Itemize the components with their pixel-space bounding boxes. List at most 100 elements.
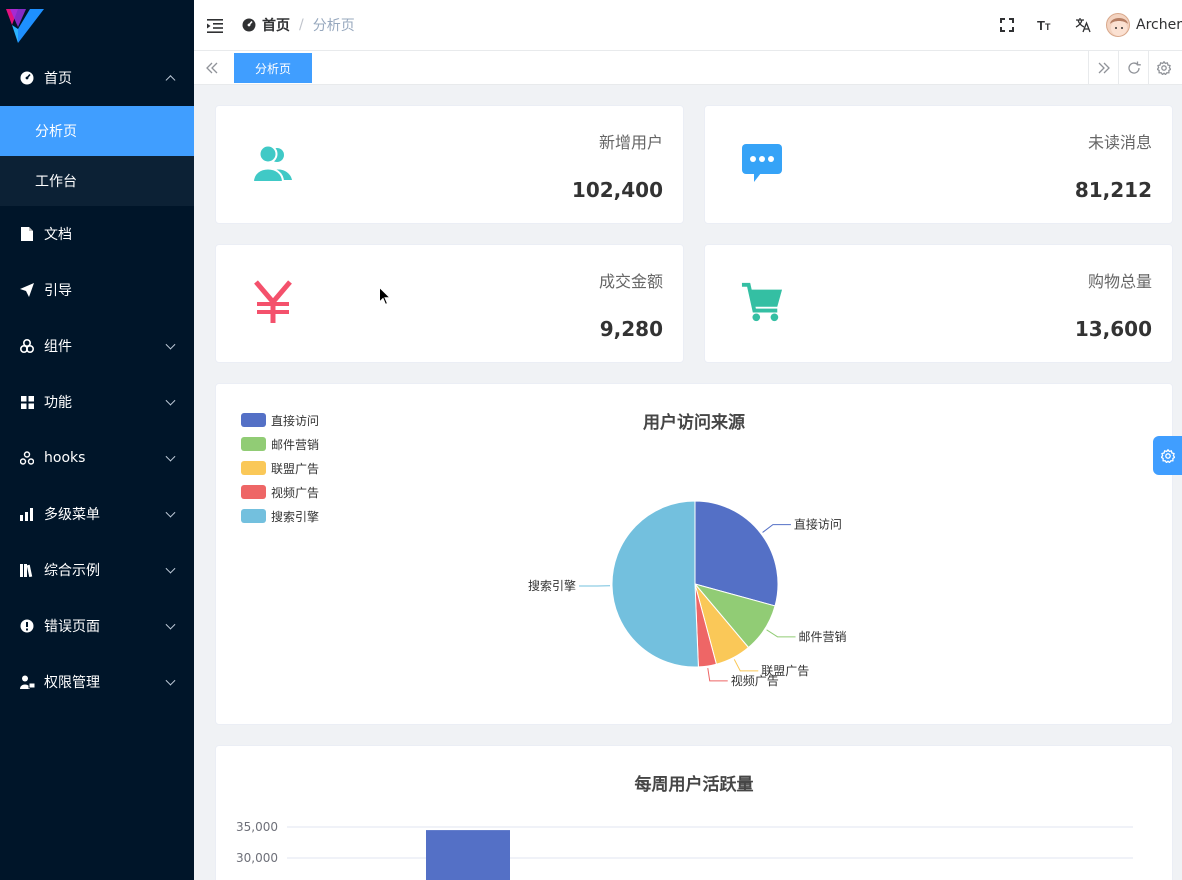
menu-label-components: 组件: [44, 339, 72, 355]
bar[interactable]: [426, 830, 510, 880]
stat-label: 成交金额: [598, 272, 663, 291]
menu-item-features[interactable]: 功能: [0, 374, 194, 430]
svg-text:T: T: [1045, 22, 1051, 32]
error-icon: [19, 618, 35, 634]
menu-item-hooks[interactable]: hooks: [0, 430, 194, 486]
send-icon: [19, 282, 35, 298]
menu-item-guide[interactable]: 引导: [0, 262, 194, 318]
users-icon: [252, 142, 294, 184]
tags-scroll-right-icon[interactable]: [1088, 51, 1118, 84]
menu-label-docs: 文档: [44, 227, 72, 243]
gear-icon: [1160, 448, 1175, 463]
tags-settings-icon[interactable]: [1148, 51, 1178, 84]
stat-card-messages[interactable]: 未读消息 81,212: [704, 105, 1173, 224]
sidebar-item-label: 分析页: [35, 124, 77, 140]
sidebar-item-label: 工作台: [35, 174, 77, 190]
logo[interactable]: [0, 0, 194, 50]
y-tick-label: 35,000: [236, 820, 278, 834]
stat-value: 9,280: [599, 317, 663, 341]
sidebar-item-workbench[interactable]: 工作台: [0, 156, 194, 206]
menu-item-permissions[interactable]: 权限管理: [0, 654, 194, 710]
document-icon: [19, 226, 35, 242]
avatar: [1106, 13, 1131, 37]
font-size-icon[interactable]: TT: [1026, 0, 1064, 50]
chevron-down-icon: [165, 339, 176, 350]
dashboard-icon: [242, 18, 256, 32]
pie-label-line: [766, 629, 796, 638]
chevron-down-icon: [165, 563, 176, 574]
pie-slice-label: 视频广告: [731, 673, 779, 688]
stat-label: 新增用户: [598, 133, 663, 152]
y-tick-label: 30,000: [236, 851, 278, 865]
bar-chart-card: 每周用户活跃量 35,000 30,000: [215, 745, 1173, 880]
username: Archer: [1136, 17, 1182, 33]
chevron-down-icon: [165, 395, 176, 406]
cart-icon: [741, 281, 783, 323]
tag-label: 分析页: [254, 61, 291, 76]
yen-icon: [252, 280, 294, 323]
chevron-down-icon: [165, 675, 176, 686]
component-icon: [19, 338, 35, 354]
stat-label: 购物总量: [1087, 272, 1152, 291]
menu-label-errors: 错误页面: [44, 619, 100, 635]
fullscreen-icon[interactable]: [988, 0, 1026, 50]
stat-card-new-users[interactable]: 新增用户 102,400: [215, 105, 684, 224]
mouse-cursor-icon: [379, 287, 391, 306]
menu-item-components[interactable]: 组件: [0, 318, 194, 374]
menu-label-permissions: 权限管理: [44, 675, 100, 691]
books-icon: [19, 562, 35, 578]
menu-label-hooks: hooks: [44, 450, 86, 466]
menu-item-docs[interactable]: 文档: [0, 206, 194, 262]
stat-value: 13,600: [1074, 317, 1152, 341]
message-icon: [741, 142, 783, 184]
tag-analysis[interactable]: 分析页: [234, 53, 312, 83]
vben-logo-icon: [6, 9, 44, 43]
chevron-down-icon: [165, 507, 176, 518]
pie-chart-card: 用户访问来源 直接访问 邮件营销 联盟广告 视频广告 搜索引擎 直接访问 邮件营销…: [215, 383, 1173, 725]
pie-label-line: [707, 667, 728, 682]
chevron-up-icon: [165, 75, 176, 86]
dashboard-icon: [19, 70, 35, 86]
sidebar-item-analysis[interactable]: 分析页: [0, 106, 194, 156]
stat-card-revenue[interactable]: 成交金额 9,280: [215, 244, 684, 363]
chevron-down-icon: [165, 451, 176, 462]
breadcrumb-home[interactable]: 首页: [242, 15, 290, 35]
menu-label-multilevel: 多级菜单: [44, 507, 100, 523]
menu-item-multilevel[interactable]: 多级菜单: [0, 486, 194, 542]
menu-label-guide: 引导: [44, 283, 72, 299]
refresh-icon[interactable]: [1118, 51, 1148, 84]
bar-chart: 35,000 30,000: [236, 820, 1133, 880]
translate-icon[interactable]: [1064, 0, 1102, 50]
breadcrumb-home-label: 首页: [262, 18, 290, 34]
stat-card-shopping[interactable]: 购物总量 13,600: [704, 244, 1173, 363]
menu-label-features: 功能: [44, 395, 72, 411]
tags-scroll-left-icon[interactable]: [194, 51, 230, 84]
tags-bar: 分析页: [194, 51, 1182, 85]
user-lock-icon: [19, 674, 35, 690]
pie-label-line: [762, 524, 791, 533]
user-menu[interactable]: Archer: [1106, 13, 1182, 37]
menu-item-examples[interactable]: 综合示例: [0, 542, 194, 598]
breadcrumb-separator: /: [299, 17, 304, 33]
grid-icon: [19, 394, 35, 410]
settings-drawer-button[interactable]: [1153, 436, 1182, 475]
submenu-home: 分析页 工作台: [0, 106, 194, 206]
menu-fold-icon[interactable]: [207, 18, 223, 33]
pie-slice[interactable]: [611, 500, 699, 668]
menu-label-examples: 综合示例: [44, 563, 100, 579]
breadcrumb: 首页 / 分析页: [242, 15, 355, 35]
pie-label-line: [733, 659, 759, 672]
header-actions: TT Archer: [988, 0, 1182, 50]
menu-label-home: 首页: [44, 71, 72, 87]
stat-value: 102,400: [571, 178, 663, 202]
menu-item-home[interactable]: 首页: [0, 50, 194, 106]
bar-chart-icon: [19, 506, 35, 522]
breadcrumb-current: 分析页: [312, 18, 355, 34]
pie-slice-label: 搜索引擎: [528, 578, 576, 593]
sidebar: 首页 分析页 工作台 文档 引导 组件 功能 hooks 多级菜单 综合示例 错…: [0, 0, 194, 880]
chevron-down-icon: [165, 619, 176, 630]
pie-chart: 直接访问邮件营销联盟广告视频广告搜索引擎: [528, 500, 847, 688]
svg-text:T: T: [1037, 18, 1045, 32]
pie-slice-label: 邮件营销: [799, 630, 847, 644]
menu-item-errors[interactable]: 错误页面: [0, 598, 194, 654]
